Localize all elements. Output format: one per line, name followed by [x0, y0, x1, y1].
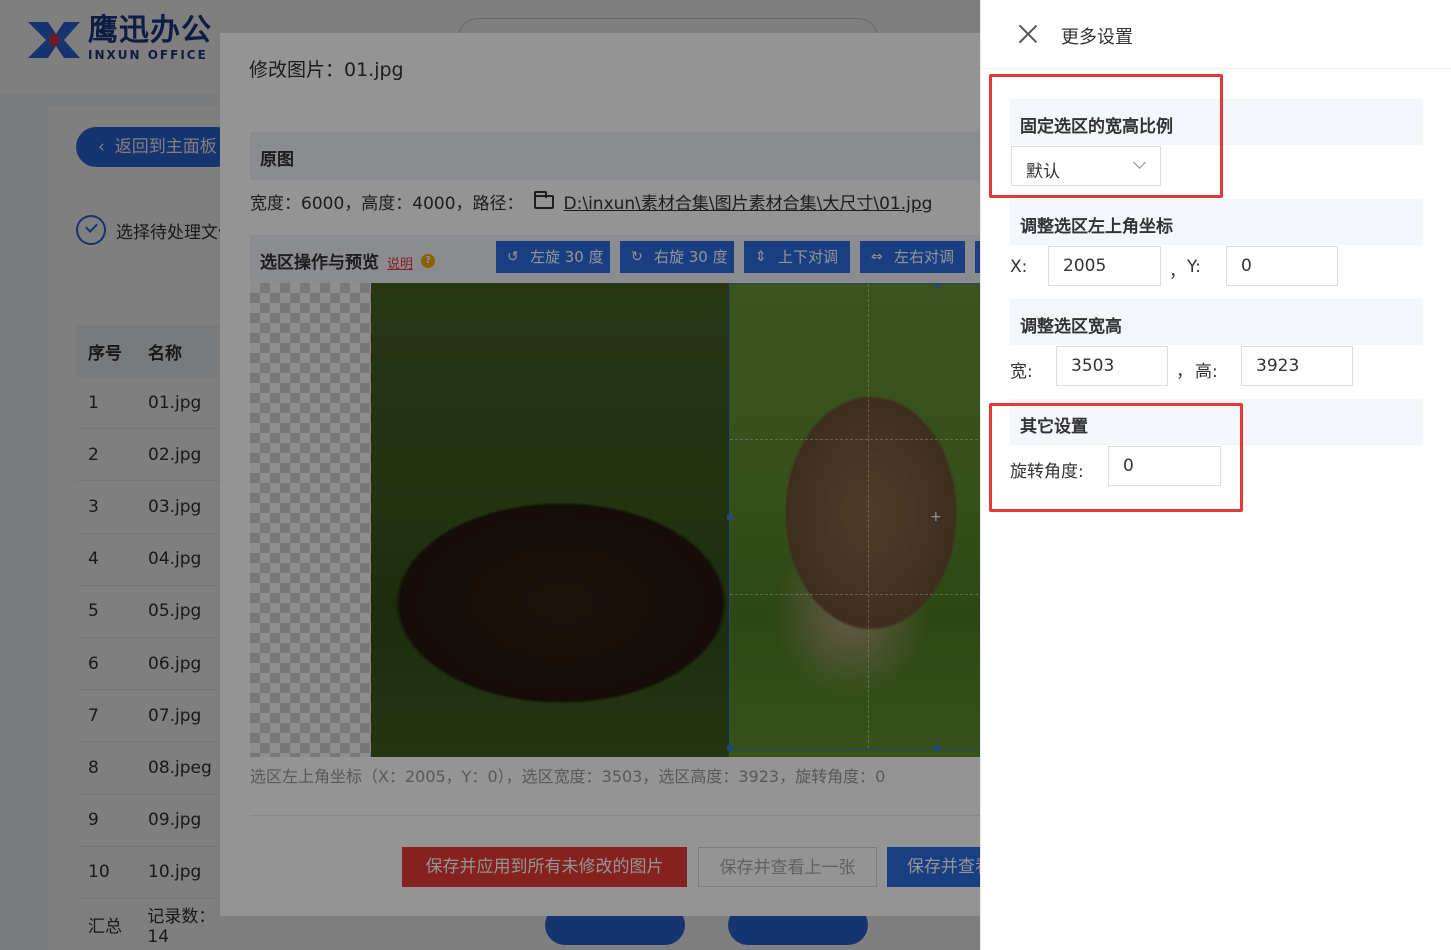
- width-label: 宽:: [1010, 362, 1033, 382]
- panel-title: 更多设置: [1061, 27, 1133, 48]
- height-label: 高:: [1195, 362, 1218, 382]
- separator-text: ，: [1176, 362, 1193, 382]
- app-window: 鹰迅办公 INXUN OFFICE ‹返回到主面板 选择待处理文件 序号 名称 …: [0, 0, 1451, 950]
- separator-text: ，: [1169, 262, 1186, 282]
- panel-header: 更多设置: [981, 0, 1451, 69]
- size-section-title: 调整选区宽高: [1020, 317, 1122, 337]
- size-section-header: 调整选区宽高: [1010, 299, 1423, 345]
- highlight-box: [989, 403, 1243, 512]
- width-input[interactable]: 3503: [1056, 346, 1168, 386]
- height-input[interactable]: 3923: [1241, 346, 1353, 386]
- more-settings-panel: 更多设置 固定选区的宽高比例 默认 调整选区左上角坐标 X: 2005 ， Y:…: [980, 0, 1451, 950]
- coord-section-header: 调整选区左上角坐标: [1010, 199, 1423, 245]
- edit-image-dialog: 修改图片：01.jpg 原图 宽度：6000，高度：4000，路径： D:\in…: [220, 33, 1007, 916]
- dialog-overlay[interactable]: [220, 33, 980, 916]
- highlight-box: [989, 74, 1223, 198]
- close-icon[interactable]: [1018, 24, 1038, 44]
- y-label: Y:: [1187, 257, 1201, 277]
- y-coordinate-input[interactable]: 0: [1226, 246, 1338, 286]
- x-label: X:: [1010, 257, 1028, 277]
- x-coordinate-input[interactable]: 2005: [1048, 246, 1161, 286]
- coord-section-title: 调整选区左上角坐标: [1020, 217, 1173, 237]
